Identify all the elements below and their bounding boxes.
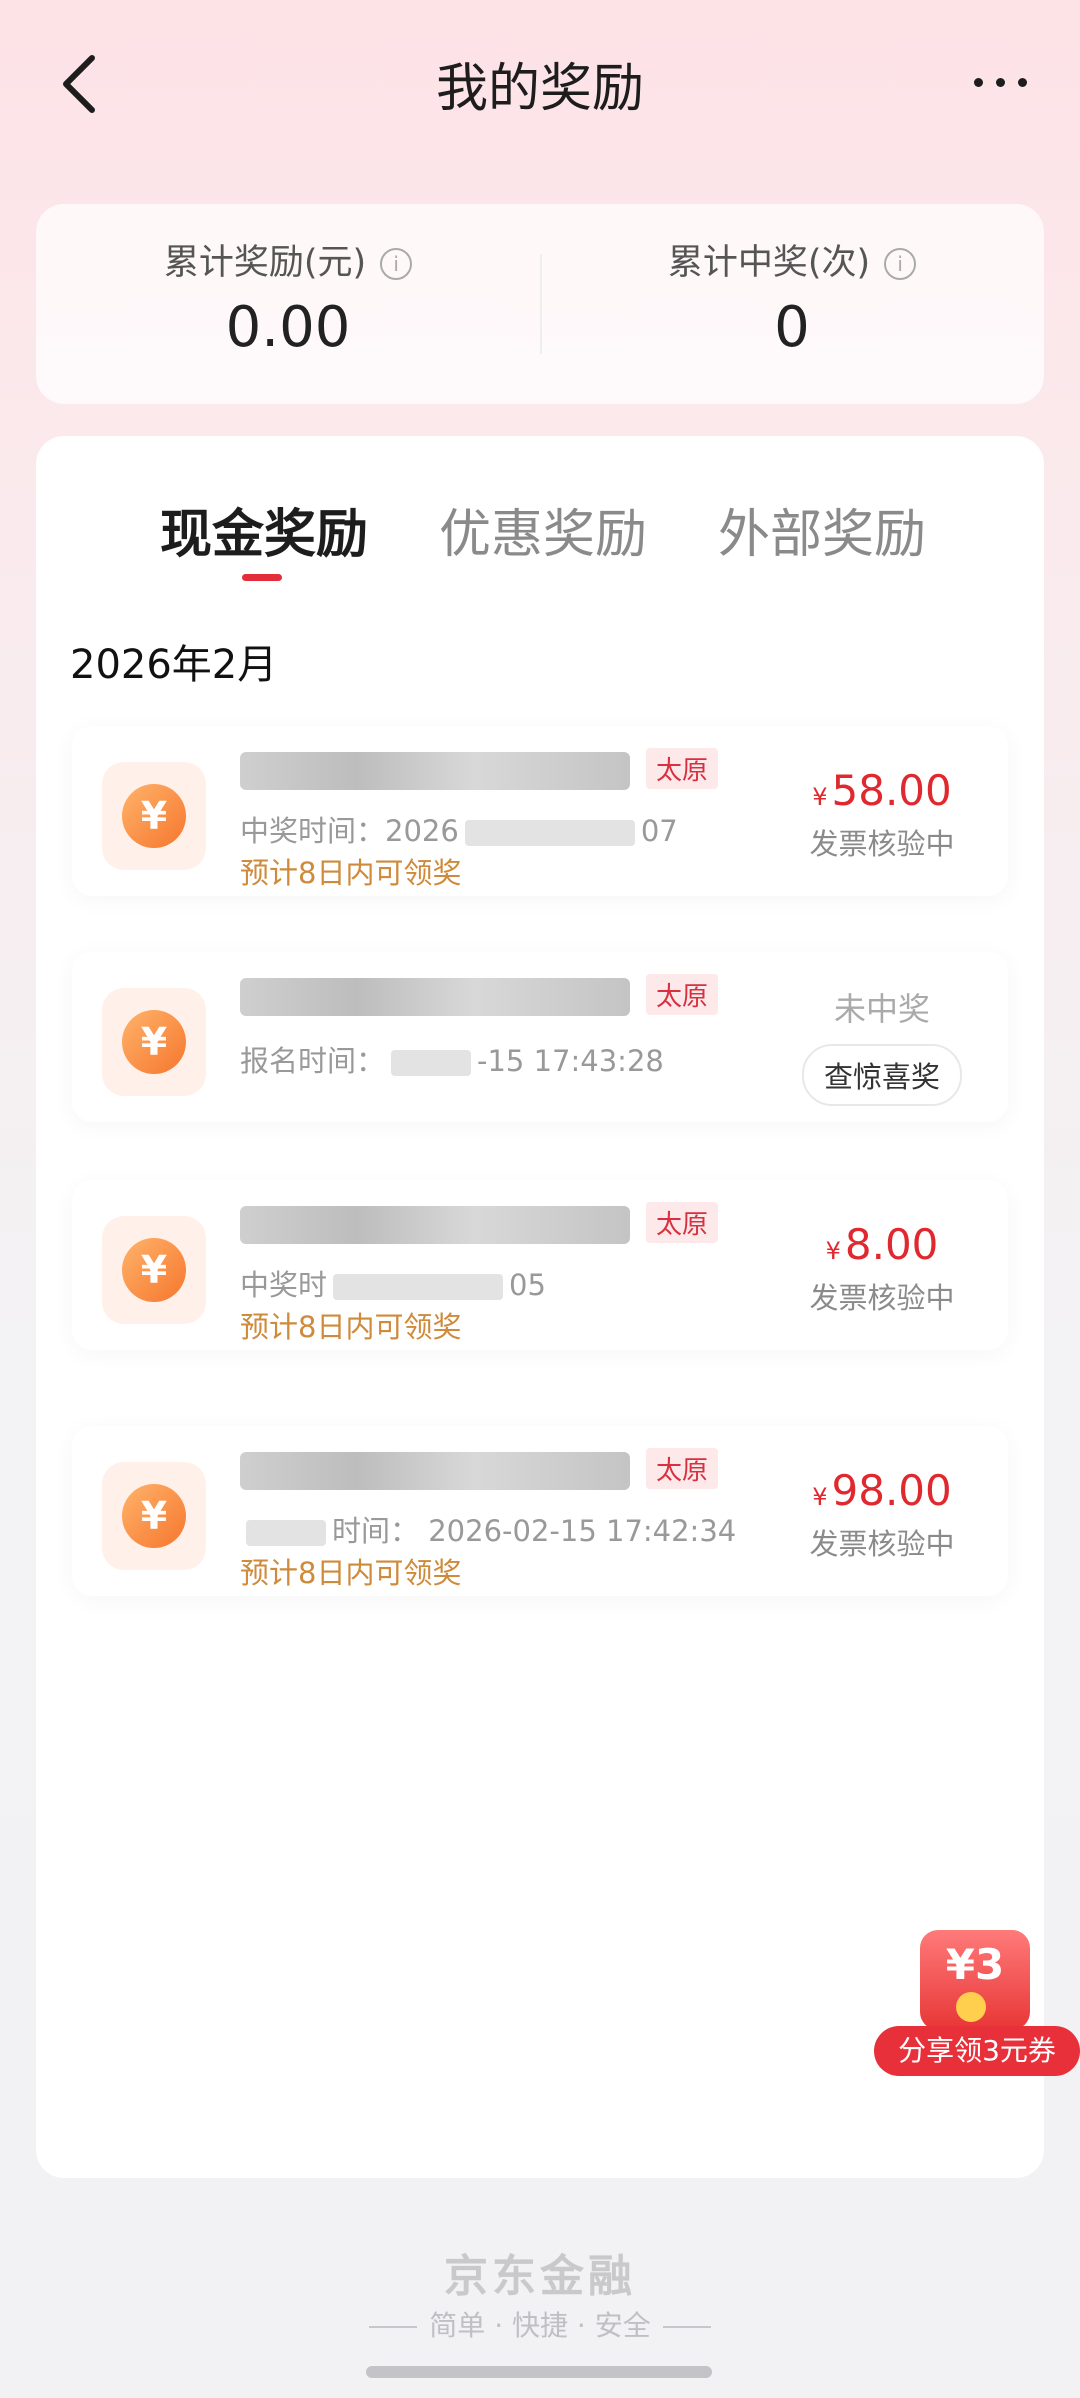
share-coupon-float[interactable]: ¥3 分享领3元券 — [874, 1930, 1080, 2080]
active-tab-indicator — [242, 574, 282, 581]
reward-amount: ¥58.00 — [812, 766, 952, 815]
slogan-dash-right — [662, 2326, 711, 2328]
redacted-title — [240, 1206, 630, 1244]
tab-cash-reward[interactable]: 现金奖励 — [160, 492, 368, 567]
info-icon[interactable]: i — [380, 248, 413, 280]
info-icon[interactable]: i — [884, 248, 917, 280]
redacted-time — [246, 1520, 326, 1546]
reward-status: 发票核验中 — [809, 1281, 955, 1315]
tab-external-reward[interactable]: 外部奖励 — [718, 492, 926, 567]
coin-icon — [956, 1992, 986, 2022]
slogan-dash-left — [369, 2326, 418, 2328]
redacted-title — [240, 978, 630, 1016]
reward-item[interactable]: ¥ 太原 中奖时 05 预计8日内可领奖 ¥8.00 发票核验中 — [72, 1180, 1008, 1350]
brand-slogan: 简单 · 快捷 · 安全 — [0, 2304, 1080, 2344]
yuan-coin-icon: ¥ — [102, 762, 206, 870]
page-title: 我的奖励 — [435, 59, 644, 119]
brand-logo-text: 京东金融 — [444, 2251, 636, 2302]
yuan-coin-icon: ¥ — [102, 1462, 206, 1570]
claim-note: 预计8日内可领奖 — [240, 1310, 462, 1344]
total-reward-value: 0.00 — [225, 295, 351, 360]
redacted-time — [333, 1274, 504, 1300]
top-bar: 我的奖励 — [0, 0, 1080, 160]
reward-time: 中奖时 05 — [240, 1268, 546, 1302]
yuan-coin-icon: ¥ — [102, 988, 206, 1096]
reward-item[interactable]: ¥ 太原 时间： 2026-02-15 17:42:34 预计8日内可领奖 ¥9… — [72, 1426, 1008, 1596]
reward-status: 发票核验中 — [809, 827, 955, 861]
reward-item[interactable]: ¥ 太原 中奖时间：2026 07 预计8日内可领奖 ¥58.00 发票核验中 — [72, 726, 1008, 896]
reward-result: ¥58.00 发票核验中 — [782, 766, 982, 863]
yuan-coin-icon: ¥ — [102, 1216, 206, 1324]
city-tag: 太原 — [646, 748, 719, 789]
share-coupon-label[interactable]: 分享领3元券 — [874, 2026, 1080, 2076]
redacted-title — [240, 752, 630, 790]
total-wins-stat: 累计中奖(次) i 0 — [540, 234, 1044, 360]
reward-status: 发票核验中 — [809, 1527, 955, 1561]
more-dots-icon[interactable] — [972, 58, 1028, 108]
reward-item[interactable]: ¥ 太原 报名时间： -15 17:43:28 未中奖 查惊喜奖 — [72, 952, 1008, 1122]
city-tag: 太原 — [646, 974, 719, 1015]
reward-amount: ¥8.00 — [825, 1220, 939, 1269]
check-surprise-button[interactable]: 查惊喜奖 — [801, 1044, 962, 1106]
reward-time: 报名时间： -15 17:43:28 — [240, 1044, 664, 1078]
gift-envelope-icon: ¥3 — [920, 1930, 1030, 2030]
redacted-title — [240, 1452, 630, 1490]
city-tag: 太原 — [646, 1448, 719, 1489]
reward-stats-panel: 累计奖励(元) i 0.00 累计中奖(次) i 0 — [36, 204, 1044, 404]
total-reward-label: 累计奖励(元) — [163, 243, 367, 283]
reward-result: 未中奖 查惊喜奖 — [782, 978, 982, 1106]
reward-result: ¥8.00 发票核验中 — [782, 1220, 982, 1317]
redacted-time — [391, 1050, 472, 1076]
reward-amount: ¥98.00 — [812, 1466, 952, 1515]
reward-time: 时间： 2026-02-15 17:42:34 — [240, 1508, 736, 1550]
reward-result: ¥98.00 发票核验中 — [782, 1466, 982, 1563]
reward-time: 中奖时间：2026 07 — [240, 814, 678, 848]
reward-status: 未中奖 — [833, 990, 930, 1028]
claim-note: 预计8日内可领奖 — [240, 1556, 462, 1590]
total-reward-stat: 累计奖励(元) i 0.00 — [36, 234, 540, 360]
total-wins-label: 累计中奖(次) — [667, 243, 871, 283]
tab-discount-reward[interactable]: 优惠奖励 — [439, 492, 647, 567]
month-heading: 2026年2月 — [70, 642, 278, 688]
redacted-time — [464, 820, 635, 846]
claim-note: 预计8日内可领奖 — [240, 856, 462, 890]
city-tag: 太原 — [646, 1202, 719, 1243]
total-wins-value: 0 — [774, 295, 810, 360]
home-indicator[interactable] — [366, 2366, 712, 2378]
rewards-card: 现金奖励 优惠奖励 外部奖励 2026年2月 ¥ 太原 中奖时间：2026 07 … — [36, 436, 1044, 2178]
